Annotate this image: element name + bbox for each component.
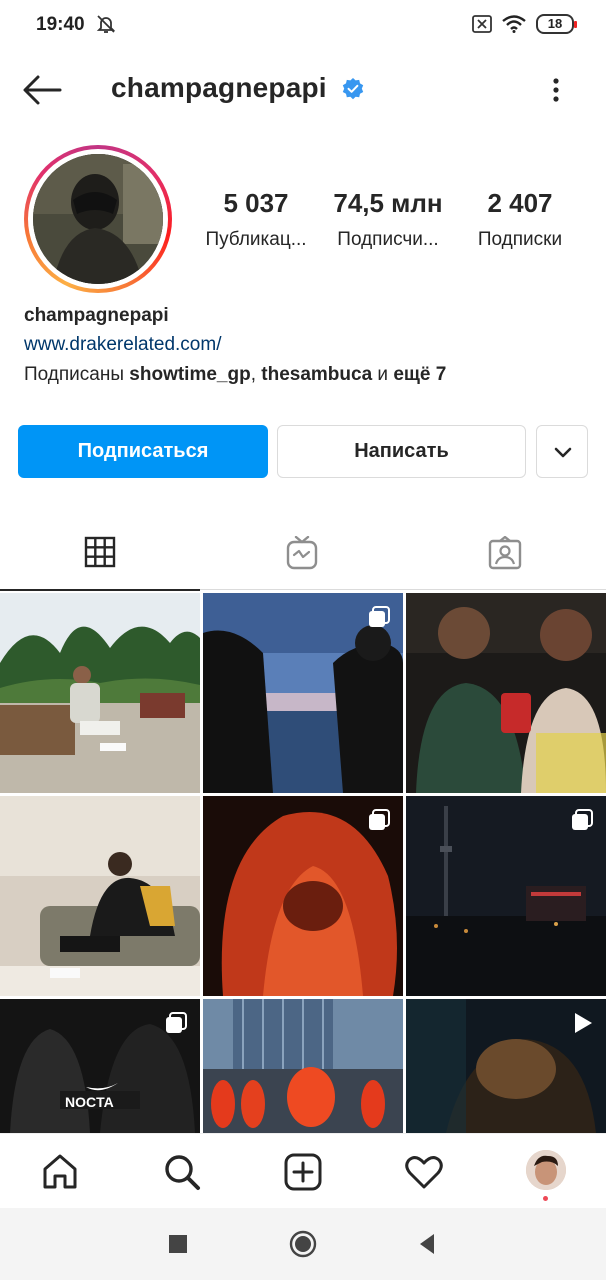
- grid-post[interactable]: [406, 999, 606, 1133]
- sim-off-icon: [472, 15, 492, 33]
- verified-badge-icon: [342, 78, 364, 100]
- grid-post[interactable]: [0, 593, 200, 793]
- profile-name: champagnepapi: [24, 305, 169, 326]
- stat-following[interactable]: 2 407 Подписки: [464, 188, 576, 251]
- more-vertical-icon[interactable]: [540, 72, 572, 108]
- stat-followers-value: 74,5 млн: [333, 188, 443, 218]
- carousel-icon: [166, 1012, 187, 1033]
- profile-avatar-ring[interactable]: [24, 145, 172, 293]
- stat-posts-label: Публикац...: [205, 229, 307, 250]
- notification-dot: [543, 1196, 548, 1201]
- followed-by-and: и: [372, 364, 394, 385]
- stat-posts[interactable]: 5 037 Публикац...: [196, 188, 316, 251]
- avatar-photo: [33, 154, 163, 284]
- battery-icon: 18: [536, 14, 577, 34]
- stat-followers-label: Подписчи...: [337, 229, 439, 250]
- tab-grid[interactable]: [0, 518, 202, 591]
- post-image: [406, 593, 606, 793]
- status-time: 19:40: [36, 14, 85, 35]
- grid-post[interactable]: [203, 593, 403, 793]
- grid-post[interactable]: NOCTA: [0, 999, 200, 1133]
- followed-by-text[interactable]: Подписаны showtime_gp, thesambuca и ещё …: [24, 364, 446, 386]
- wifi-icon: [502, 15, 526, 33]
- followed-by-prefix: Подписаны: [24, 364, 130, 385]
- tab-igtv[interactable]: [202, 518, 404, 590]
- post-image: [0, 796, 200, 996]
- tagged-icon: [488, 536, 522, 570]
- posts-grid: NOCTA: [0, 593, 606, 1133]
- post-image: [0, 593, 200, 793]
- status-icons: 18: [472, 14, 577, 34]
- recents-icon[interactable]: [164, 1230, 192, 1258]
- follow-button[interactable]: Подписаться: [18, 425, 268, 478]
- grid-post[interactable]: [406, 796, 606, 996]
- svg-text:NOCTA: NOCTA: [65, 1094, 114, 1110]
- carousel-icon: [369, 606, 390, 627]
- profile-header: champagnepapi: [0, 52, 606, 128]
- grid-icon: [84, 536, 116, 568]
- page-title: champagnepapi: [111, 72, 327, 103]
- carousel-icon: [572, 809, 593, 830]
- avatar-photo: [526, 1150, 566, 1190]
- stat-posts-value: 5 037: [223, 188, 289, 218]
- followed-by-user-2[interactable]: thesambuca: [261, 364, 372, 385]
- message-button[interactable]: Написать: [277, 425, 526, 478]
- new-post-icon[interactable]: [283, 1152, 323, 1192]
- back-arrow-icon[interactable]: [20, 72, 64, 108]
- grid-post[interactable]: [0, 796, 200, 996]
- grid-post[interactable]: [203, 999, 403, 1133]
- suggested-dropdown-button[interactable]: [536, 425, 588, 478]
- profile-website-link[interactable]: www.drakerelated.com/: [24, 334, 221, 356]
- search-icon[interactable]: [162, 1152, 202, 1192]
- post-image: [203, 999, 403, 1133]
- system-navigation-bar: [0, 1208, 606, 1280]
- profile-avatar[interactable]: [526, 1150, 566, 1190]
- carousel-icon: [369, 809, 390, 830]
- activity-heart-icon[interactable]: [404, 1152, 444, 1192]
- alarm-off-icon: [96, 15, 116, 33]
- tab-tagged[interactable]: [404, 518, 606, 590]
- followed-by-user-1[interactable]: showtime_gp: [129, 364, 250, 385]
- stat-following-value: 2 407: [487, 188, 553, 218]
- igtv-icon: [286, 536, 318, 570]
- followed-by-more[interactable]: ещё 7: [393, 364, 446, 385]
- profile-tabs: [0, 518, 606, 591]
- video-icon: [575, 1013, 592, 1033]
- home-button-icon[interactable]: [289, 1230, 317, 1258]
- stat-followers[interactable]: 74,5 млн Подписчи...: [324, 188, 452, 251]
- bottom-navigation: [0, 1133, 606, 1208]
- grid-post[interactable]: [203, 796, 403, 996]
- profile-avatar: [33, 154, 163, 284]
- home-icon[interactable]: [40, 1152, 80, 1192]
- stat-following-label: Подписки: [477, 229, 563, 250]
- chevron-down-icon: [554, 447, 572, 458]
- back-triangle-icon[interactable]: [414, 1230, 442, 1258]
- followed-by-separator: ,: [250, 364, 262, 385]
- status-bar: 19:40 18: [0, 0, 606, 52]
- grid-post[interactable]: [406, 593, 606, 793]
